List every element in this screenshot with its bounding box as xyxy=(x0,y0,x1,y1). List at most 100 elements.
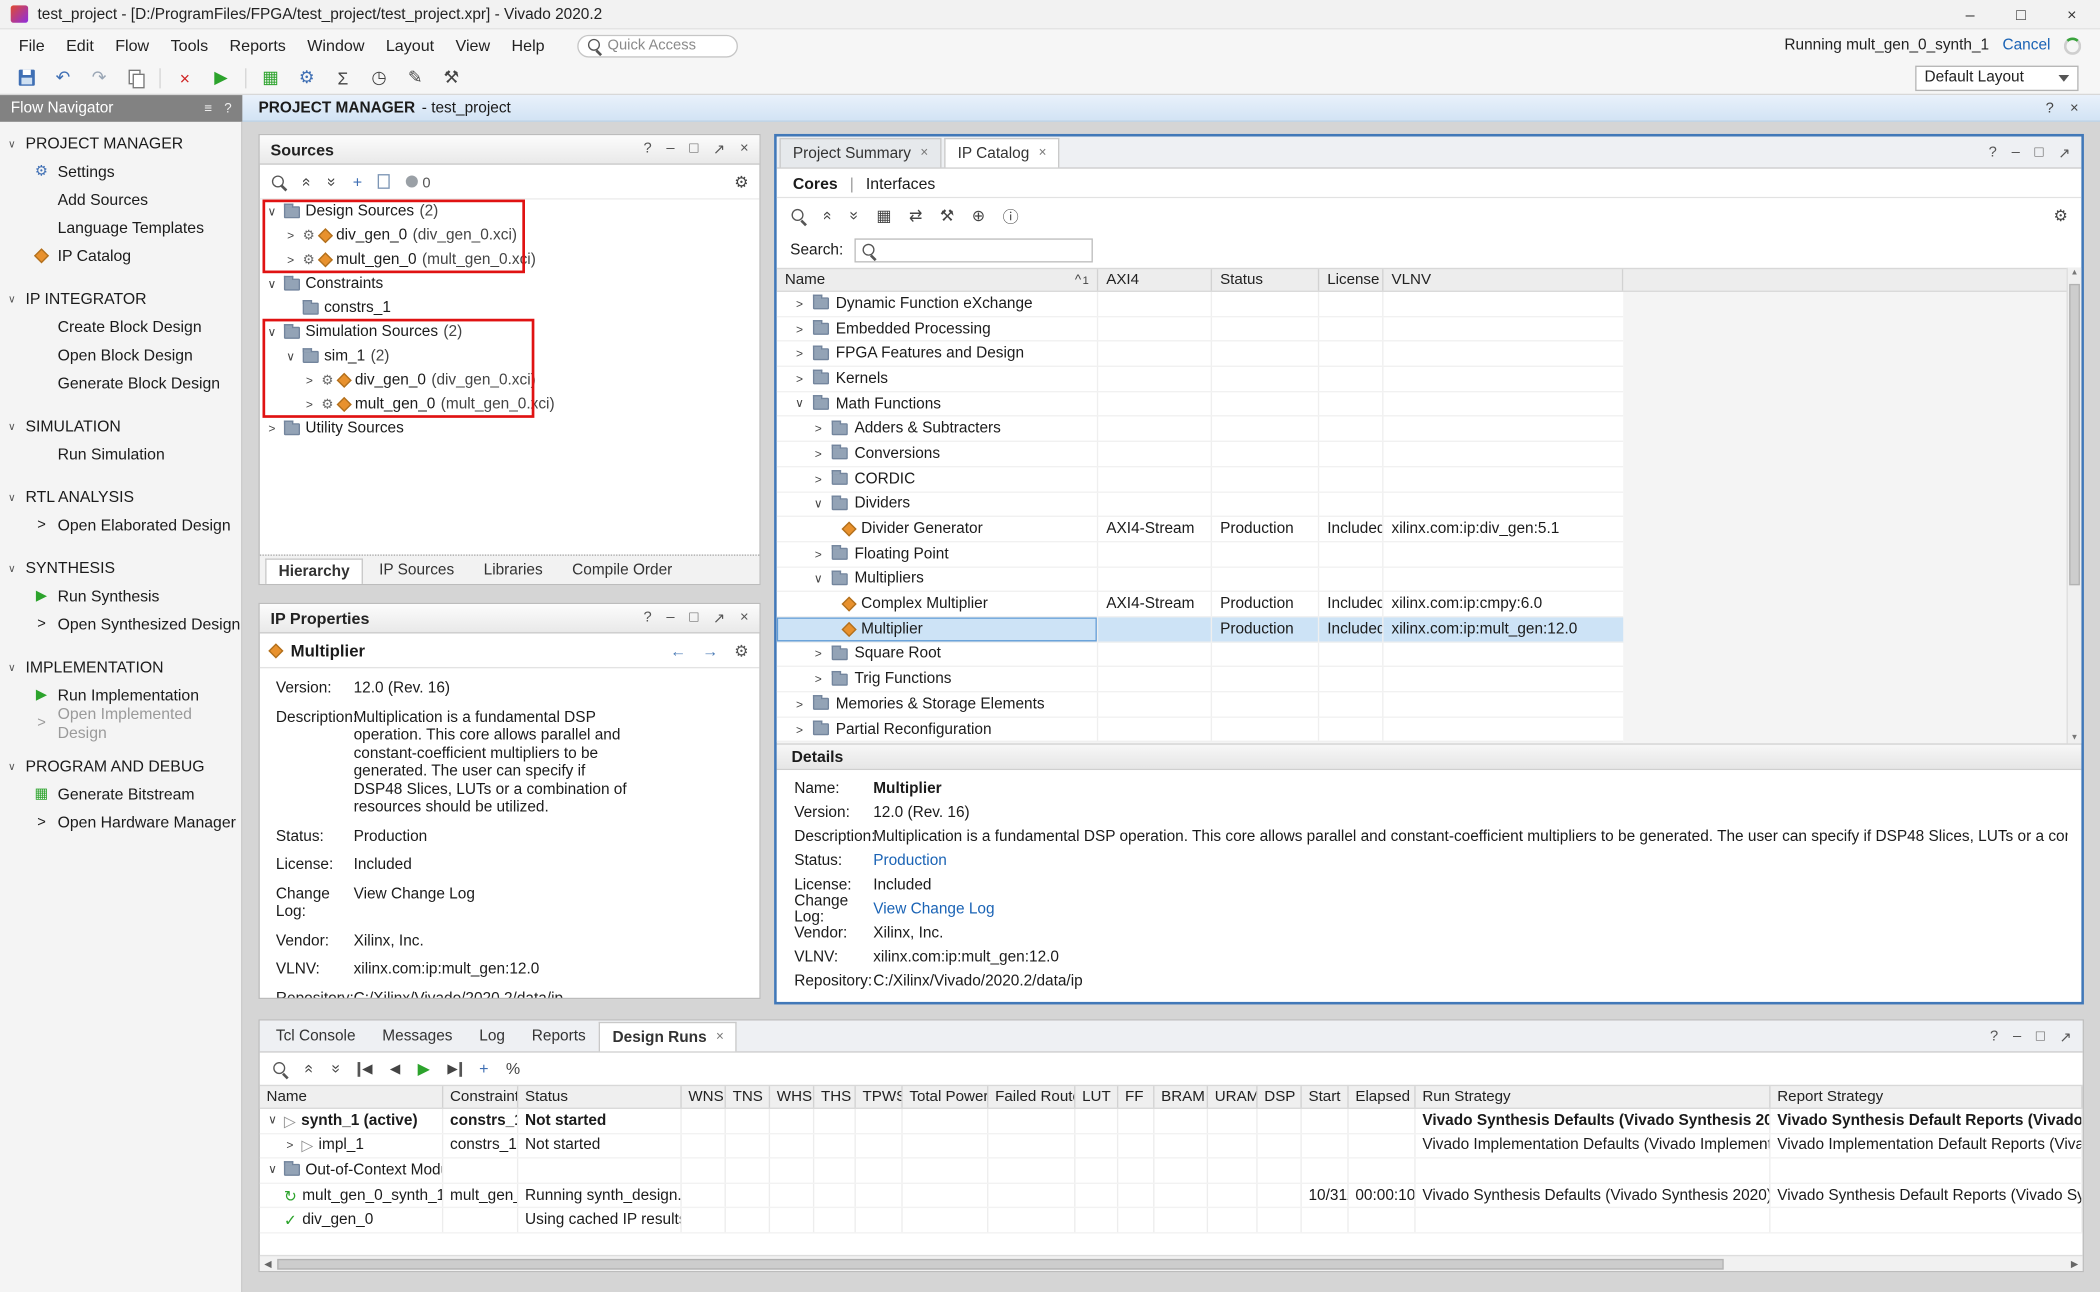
menu-window[interactable]: Window xyxy=(297,32,376,59)
sidebar-item-open-synthesized-design[interactable]: Open Synthesized Design xyxy=(0,609,241,637)
close-icon[interactable] xyxy=(740,141,749,158)
column-failed-routes[interactable]: Failed Routes xyxy=(988,1086,1075,1107)
chevron-right-icon[interactable] xyxy=(32,615,51,631)
web-icon[interactable] xyxy=(972,206,985,225)
column-wns[interactable]: WNS xyxy=(682,1086,726,1107)
collapse-all-icon[interactable] xyxy=(819,211,838,220)
tab-log[interactable]: Log xyxy=(466,1022,518,1051)
scroll-left-icon[interactable] xyxy=(260,1258,276,1269)
next-run-icon[interactable] xyxy=(447,1061,461,1076)
tab-tcl-console[interactable]: Tcl Console xyxy=(263,1022,369,1051)
menu-layout[interactable]: Layout xyxy=(375,32,445,59)
float-icon[interactable] xyxy=(2058,145,2070,162)
sidebar-item-run-synthesis[interactable]: Run Synthesis xyxy=(0,581,241,609)
expand-all-icon[interactable] xyxy=(323,177,342,186)
sidebar-item-open-elaborated-design[interactable]: Open Elaborated Design xyxy=(0,510,241,538)
close-icon[interactable] xyxy=(740,609,749,626)
add-sources-icon[interactable] xyxy=(353,172,362,191)
close-tab-icon[interactable] xyxy=(1039,146,1047,161)
column-elapsed[interactable]: Elapsed xyxy=(1349,1086,1416,1107)
status-link[interactable]: Production xyxy=(873,853,947,869)
dashboard-button[interactable] xyxy=(254,64,286,92)
sidebar-item-create-block-design[interactable]: Create Block Design xyxy=(0,312,241,340)
gear-icon[interactable] xyxy=(2053,206,2067,225)
chevron-down-icon[interactable] xyxy=(265,325,278,340)
minimize-window-icon[interactable] xyxy=(1961,5,1980,24)
search-icon[interactable] xyxy=(790,208,806,224)
search-icon[interactable] xyxy=(272,1061,288,1077)
undo-button[interactable] xyxy=(47,64,79,92)
tab-reports[interactable]: Reports xyxy=(518,1022,599,1051)
status-link[interactable]: Production xyxy=(354,828,428,846)
catalog-row[interactable]: Dividers xyxy=(777,492,1623,517)
catalog-row[interactable]: Embedded Processing xyxy=(777,317,1623,342)
chevron-down-icon[interactable] xyxy=(265,277,278,292)
tab-hierarchy[interactable]: Hierarchy xyxy=(265,558,363,583)
tab-project-summary[interactable]: Project Summary xyxy=(779,138,941,167)
run-button[interactable] xyxy=(205,64,237,92)
run-row-div-gen[interactable]: div_gen_0 Using cached IP results xyxy=(260,1209,2083,1234)
chevron-down-icon[interactable] xyxy=(267,1113,279,1128)
minimize-icon[interactable] xyxy=(2012,145,2020,162)
search-icon[interactable] xyxy=(271,173,287,189)
chevron-right-icon[interactable] xyxy=(32,715,51,731)
settings-button[interactable] xyxy=(291,64,323,92)
chevron-down-icon[interactable] xyxy=(812,572,825,587)
chevron-right-icon[interactable] xyxy=(303,374,316,387)
tree-row-utility-sources[interactable]: Utility Sources xyxy=(260,417,760,441)
change-log-link[interactable]: View Change Log xyxy=(873,901,994,917)
maximize-icon[interactable] xyxy=(2036,1029,2045,1046)
column-tns[interactable]: TNS xyxy=(726,1086,770,1107)
section-ip-integrator[interactable]: IP INTEGRATOR xyxy=(0,285,241,312)
sidebar-item-language-templates[interactable]: Language Templates xyxy=(0,213,241,241)
sidebar-item-generate-bitstream[interactable]: Generate Bitstream xyxy=(0,779,241,807)
chevron-right-icon[interactable] xyxy=(793,372,806,385)
chevron-down-icon[interactable] xyxy=(8,420,20,432)
column-license[interactable]: License xyxy=(1319,269,1383,290)
maximize-icon[interactable] xyxy=(689,609,698,626)
section-implementation[interactable]: IMPLEMENTATION xyxy=(0,654,241,681)
catalog-row[interactable]: Multipliers xyxy=(777,567,1623,592)
chevron-down-icon[interactable] xyxy=(8,137,20,149)
horizontal-scrollbar[interactable] xyxy=(260,1255,2083,1271)
minimize-icon[interactable] xyxy=(2013,1029,2021,1046)
menu-icon[interactable] xyxy=(204,101,212,116)
help-icon[interactable] xyxy=(643,141,651,158)
menu-help[interactable]: Help xyxy=(501,32,555,59)
column-tpws[interactable]: TPWS xyxy=(856,1086,903,1107)
tab-libraries[interactable]: Libraries xyxy=(470,557,556,584)
chevron-right-icon[interactable] xyxy=(812,547,825,560)
run-row-ooc-group[interactable]: Out-of-Context Module Runs xyxy=(260,1159,2083,1184)
sidebar-item-open-implemented-design[interactable]: Open Implemented Design xyxy=(0,708,241,736)
minimize-icon[interactable] xyxy=(666,141,674,158)
scroll-down-icon[interactable] xyxy=(2068,734,2081,742)
close-tab-icon[interactable] xyxy=(920,146,928,161)
timing-button[interactable] xyxy=(363,64,395,92)
catalog-row[interactable]: Square Root xyxy=(777,642,1623,667)
column-status[interactable]: Status xyxy=(1212,269,1319,290)
catalog-row[interactable]: CORDIC xyxy=(777,467,1623,492)
file-properties-icon[interactable] xyxy=(378,174,390,189)
delete-button[interactable] xyxy=(169,64,201,92)
catalog-row[interactable]: Math Functions xyxy=(777,392,1623,417)
chevron-right-icon[interactable] xyxy=(793,723,806,736)
debug-tools-button[interactable] xyxy=(435,64,467,92)
column-lut[interactable]: LUT xyxy=(1075,1086,1118,1107)
chevron-right-icon[interactable] xyxy=(812,447,825,460)
sidebar-item-settings[interactable]: Settings xyxy=(0,157,241,185)
menu-reports[interactable]: Reports xyxy=(219,32,297,59)
catalog-row[interactable]: Memories & Storage Elements xyxy=(777,692,1623,717)
menu-view[interactable]: View xyxy=(445,32,501,59)
redo-button[interactable] xyxy=(83,64,115,92)
subtab-cores[interactable]: Cores xyxy=(793,173,838,192)
help-icon[interactable] xyxy=(1990,1029,1998,1046)
chevron-down-icon[interactable] xyxy=(8,562,20,574)
catalog-row[interactable]: Dynamic Function eXchange xyxy=(777,292,1623,317)
tree-row-sim-1[interactable]: sim_1(2) xyxy=(260,344,760,368)
float-icon[interactable] xyxy=(713,609,725,626)
maximize-icon[interactable] xyxy=(689,141,698,158)
sidebar-item-ip-catalog[interactable]: IP Catalog xyxy=(0,241,241,269)
chevron-right-icon[interactable] xyxy=(284,1139,296,1152)
compare-icon[interactable] xyxy=(909,206,922,225)
help-icon[interactable] xyxy=(224,101,231,116)
